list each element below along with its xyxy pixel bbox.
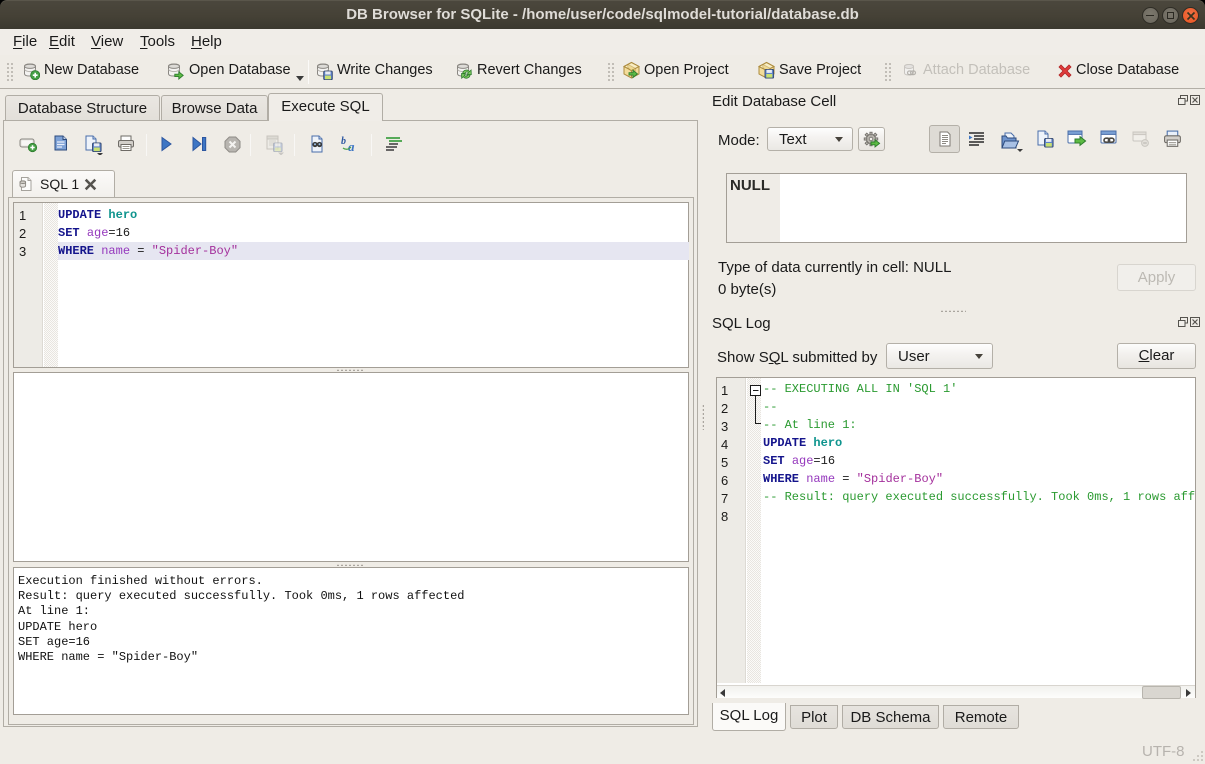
- svg-text:b: b: [341, 136, 346, 147]
- svg-text:a: a: [348, 139, 355, 153]
